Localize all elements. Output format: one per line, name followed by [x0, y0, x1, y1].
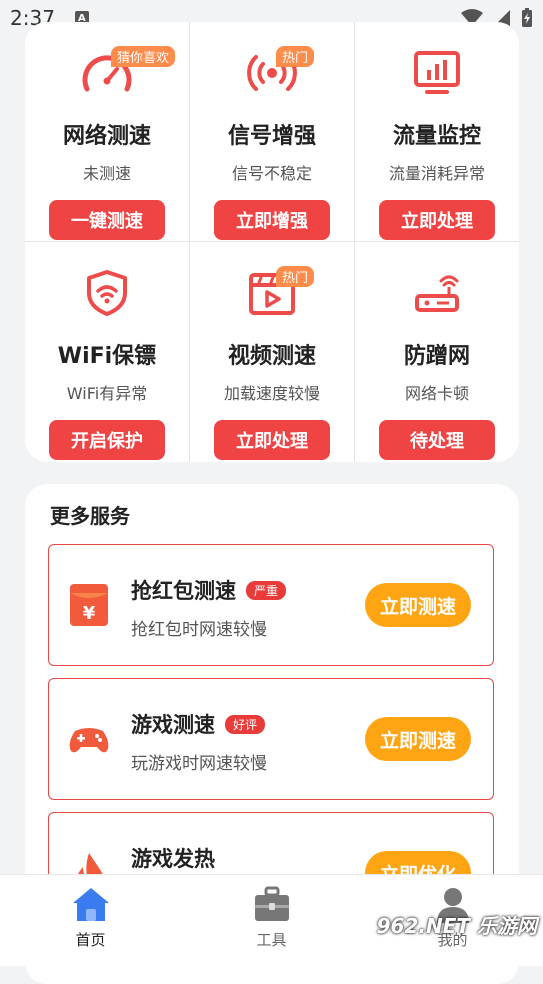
speed-test-button[interactable]: 一键测速	[49, 200, 165, 240]
grid-item-title: 视频测速	[227, 344, 316, 369]
service-tag: 严重	[246, 580, 287, 600]
battery-icon	[522, 8, 532, 27]
nav-item-home[interactable]: 首页	[0, 875, 181, 966]
icon-container	[407, 266, 467, 320]
service-tag: 好评	[225, 714, 266, 734]
service-title: 游戏测速 好评	[131, 709, 266, 739]
grid-item-badge: 猜你喜欢	[111, 46, 176, 67]
icon-container	[407, 46, 467, 100]
nav-label: 工具	[256, 931, 287, 949]
service-title-text: 抢红包测速	[131, 579, 236, 603]
icon-container: 热门	[242, 266, 315, 320]
grid-item-subtitle: WiFi有异常	[66, 384, 148, 403]
icon-container	[77, 266, 137, 320]
wifi-shield-icon	[87, 270, 127, 316]
toolbox-icon	[254, 886, 289, 921]
section-title: 更多服务	[50, 504, 130, 528]
grid-item-video-speed[interactable]: 热门 视频测速 加载速度较慢 立即处理	[190, 242, 354, 461]
monitor-chart-icon	[414, 51, 460, 94]
grid-item-traffic-monitor[interactable]: 流量监控 流量消耗异常 立即处理	[355, 22, 519, 241]
service-title: 游戏发热	[131, 843, 215, 873]
watermark: 962.NET 乐游网	[376, 914, 537, 938]
grid-item-signal-boost[interactable]: 热门 信号增强 信号不稳定 立即增强	[190, 22, 354, 241]
service-title-text: 游戏发热	[131, 847, 215, 871]
gamepad-icon	[69, 728, 109, 753]
grid-item-title: 流量监控	[392, 124, 481, 149]
enable-protection-button[interactable]: 开启保护	[49, 420, 165, 460]
svg-text:¥: ¥	[83, 603, 96, 624]
service-action-button[interactable]: 立即测速	[365, 717, 471, 761]
signal-boost-button[interactable]: 立即增强	[214, 200, 330, 240]
video-handle-button[interactable]: 立即处理	[214, 420, 330, 460]
grid-item-subtitle: 信号不稳定	[231, 164, 312, 183]
service-action-button[interactable]: 立即测速	[365, 583, 471, 627]
traffic-handle-button[interactable]: 立即处理	[379, 200, 495, 240]
nav-item-tools[interactable]: 工具	[181, 875, 362, 966]
router-icon	[415, 275, 459, 312]
icon-container: 猜你喜欢	[77, 46, 176, 100]
grid-item-title: 信号增强	[227, 124, 316, 149]
service-title-text: 游戏测速	[131, 713, 215, 737]
tools-grid-card: 猜你喜欢 网络测速 未测速 一键测速 热门 信号增强 信号不稳定 立即增强 流量…	[25, 22, 519, 462]
grid-item-subtitle: 流量消耗异常	[388, 164, 485, 183]
grid-item-badge: 热门	[276, 46, 315, 67]
grid-item-title: WiFi保镖	[57, 344, 157, 369]
grid-item-network-speed[interactable]: 猜你喜欢 网络测速 未测速 一键测速	[25, 22, 189, 241]
grid-item-title: 防蹭网	[403, 344, 470, 369]
service-item-red-envelope[interactable]: ¥ 抢红包测速 严重 抢红包时网速较慢 立即测速	[48, 544, 494, 666]
grid-item-anti-leech[interactable]: 防蹭网 网络卡顿 待处理	[355, 242, 519, 461]
grid-item-badge: 热门	[276, 266, 315, 287]
service-subtitle: 抢红包时网速较慢	[131, 620, 267, 640]
pending-button[interactable]: 待处理	[379, 420, 495, 460]
grid-item-wifi-guard[interactable]: WiFi保镖 WiFi有异常 开启保护	[25, 242, 189, 461]
icon-container: 热门	[242, 46, 315, 100]
service-item-game-speed[interactable]: 游戏测速 好评 玩游戏时网速较慢 立即测速	[48, 678, 494, 800]
nav-label: 首页	[75, 931, 106, 949]
grid-item-subtitle: 网络卡顿	[404, 384, 469, 403]
service-title: 抢红包测速 严重	[131, 575, 287, 605]
service-subtitle: 玩游戏时网速较慢	[131, 754, 267, 774]
grid-item-subtitle: 未测速	[82, 164, 131, 183]
home-icon	[72, 888, 109, 921]
grid-item-subtitle: 加载速度较慢	[223, 384, 320, 403]
grid-item-title: 网络测速	[62, 124, 151, 149]
red-envelope-icon: ¥	[70, 584, 108, 626]
